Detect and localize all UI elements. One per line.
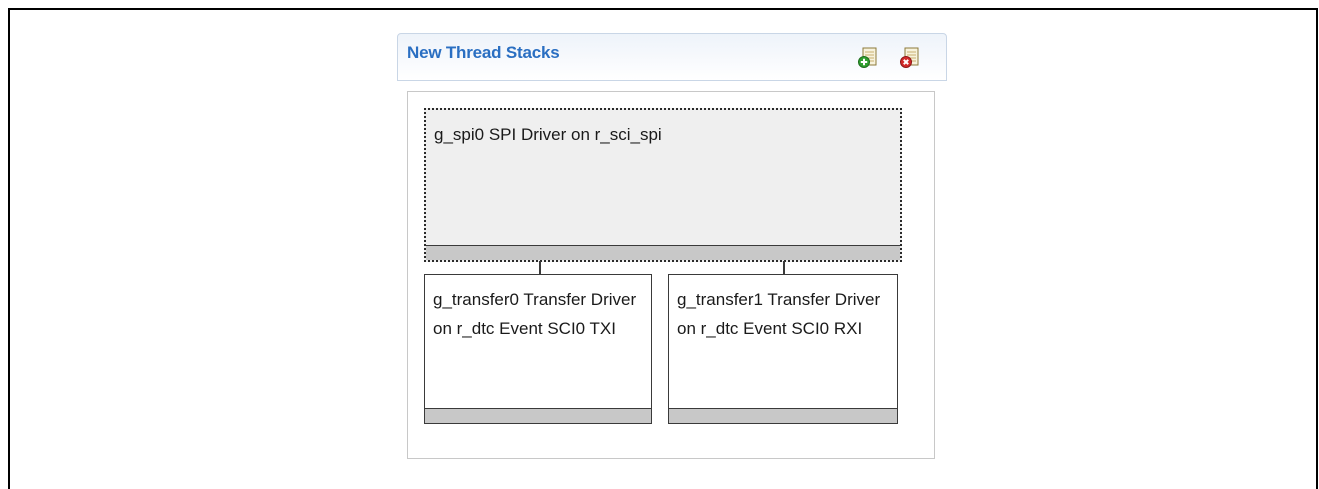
remove-stack-icon <box>900 47 919 68</box>
module-bar <box>426 245 900 260</box>
connector-line <box>539 261 541 274</box>
stack-canvas: g_spi0 SPI Driver on r_sci_spi g_transfe… <box>407 91 935 459</box>
connector-line <box>783 261 785 274</box>
remove-stack-button[interactable] <box>900 47 920 69</box>
module-bar <box>425 408 651 423</box>
module-label: g_transfer1 Transfer Driver on r_dtc Eve… <box>677 290 881 338</box>
panel-header: New Thread Stacks <box>397 33 947 81</box>
module-label: g_spi0 SPI Driver on r_sci_spi <box>434 125 662 144</box>
panel-title: New Thread Stacks <box>407 43 560 62</box>
module-label: g_transfer0 Transfer Driver on r_dtc Eve… <box>433 290 637 338</box>
module-bar <box>669 408 897 423</box>
module-transfer-0[interactable]: g_transfer0 Transfer Driver on r_dtc Eve… <box>424 274 652 424</box>
thread-stacks-panel: New Thread Stacks g_spi0 SPI Driver on r… <box>397 33 947 463</box>
module-spi-driver[interactable]: g_spi0 SPI Driver on r_sci_spi <box>424 108 902 262</box>
module-transfer-1[interactable]: g_transfer1 Transfer Driver on r_dtc Eve… <box>668 274 898 424</box>
add-stack-button[interactable] <box>858 47 878 69</box>
add-stack-icon <box>858 47 877 68</box>
